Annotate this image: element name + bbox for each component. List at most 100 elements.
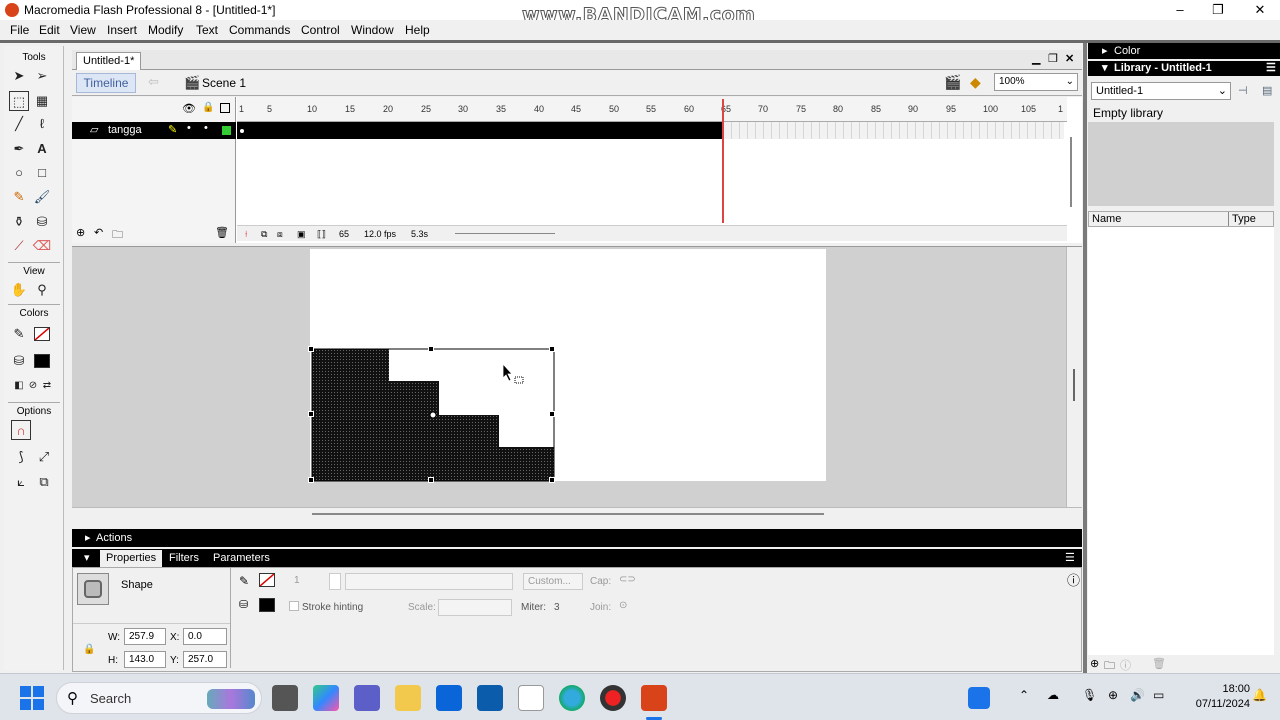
selection-handle[interactable] — [428, 477, 434, 483]
volume-icon[interactable]: 🔊 — [1130, 688, 1145, 702]
battery-icon[interactable]: ▭ — [1153, 688, 1164, 702]
language-icon[interactable]: ⊕ — [1108, 688, 1118, 702]
timeline-vscroll[interactable] — [1070, 137, 1072, 207]
subselect-tool-icon[interactable]: ➢ — [32, 66, 52, 86]
menu-commands[interactable]: Commands — [229, 23, 290, 37]
widget-icon[interactable] — [968, 687, 990, 709]
chevron-up-icon[interactable]: ⌃ — [1019, 688, 1029, 702]
outlook-icon[interactable] — [477, 685, 503, 711]
swap-colors-icon[interactable]: ⇄ — [37, 376, 57, 396]
keyframe-span[interactable] — [237, 122, 724, 139]
properties-icon[interactable]: ⓘ — [1120, 657, 1131, 673]
edit-symbols-icon[interactable]: ◆ — [970, 74, 981, 91]
edit-scene-icon[interactable]: 🎬 — [944, 74, 961, 91]
edit-multiple-icon[interactable]: ▣ — [297, 229, 306, 240]
new-library-panel-icon[interactable]: ▤ — [1262, 84, 1272, 97]
lock-dot[interactable]: • — [204, 122, 208, 134]
panel-menu-icon[interactable]: ☰ — [1065, 551, 1075, 564]
free-transform-tool-icon[interactable]: ⬚ — [9, 91, 29, 111]
doc-close-icon[interactable]: ✕ — [1065, 52, 1074, 65]
menu-help[interactable]: Help — [405, 23, 430, 37]
minimize-button[interactable]: – — [1160, 0, 1200, 20]
x-field[interactable]: 0.0 — [183, 628, 227, 645]
rectangle-tool-icon[interactable]: □ — [32, 163, 52, 183]
help-icon[interactable]: ⓘ — [1067, 570, 1080, 589]
selection-handle[interactable] — [549, 411, 555, 417]
doc-minimize-icon[interactable]: ▁ — [1032, 52, 1040, 65]
amazon-icon[interactable] — [518, 685, 544, 711]
cap-icon[interactable]: ⊂⊃ — [619, 574, 636, 585]
tab-parameters[interactable]: Parameters — [213, 552, 270, 564]
delete-layer-icon[interactable]: 🗑 — [215, 226, 229, 239]
fill-color-swatch[interactable] — [259, 598, 275, 612]
library-list[interactable] — [1088, 227, 1274, 655]
visibility-dot[interactable]: • — [187, 122, 191, 134]
width-field[interactable]: 257.9 — [124, 628, 166, 645]
y-field[interactable]: 257.0 — [183, 651, 227, 668]
add-motion-guide-icon[interactable]: ↶ — [94, 226, 103, 239]
menu-control[interactable]: Control — [301, 23, 340, 37]
onedrive-icon[interactable]: ☁ — [1047, 688, 1059, 702]
col-name[interactable]: Name — [1092, 213, 1121, 225]
straighten-icon[interactable]: ⤢ — [34, 447, 54, 467]
panel-divider[interactable] — [1083, 43, 1087, 673]
document-tab[interactable]: Untitled-1* — [76, 52, 142, 70]
brush-tool-icon[interactable]: 🖌 — [32, 187, 52, 207]
back-arrow-icon[interactable]: ⇦ — [148, 74, 159, 90]
eraser-tool-icon[interactable]: ⌫ — [32, 236, 52, 256]
dropbox-icon[interactable] — [436, 685, 462, 711]
column-divider[interactable] — [1228, 212, 1229, 226]
scale-icon[interactable]: ⧉ — [34, 472, 54, 492]
menu-text[interactable]: Text — [196, 23, 218, 37]
menu-insert[interactable]: Insert — [107, 23, 137, 37]
edge-icon[interactable] — [559, 685, 585, 711]
vscroll-thumb[interactable] — [1073, 369, 1075, 401]
center-frame-icon[interactable]: ⍿ — [245, 229, 247, 240]
layer-row[interactable]: ▱ tangga ✎ • • — [72, 122, 236, 139]
selection-handle[interactable] — [308, 411, 314, 417]
bandicam-icon[interactable] — [600, 685, 626, 711]
teams-icon[interactable] — [354, 685, 380, 711]
close-button[interactable]: ✕ — [1240, 0, 1280, 20]
selection-handle[interactable] — [549, 346, 555, 352]
eye-icon[interactable]: 👁 — [182, 102, 196, 115]
menu-edit[interactable]: Edit — [39, 23, 60, 37]
empty-frames[interactable] — [724, 122, 1064, 139]
panel-menu-icon[interactable]: ☰ — [1266, 61, 1276, 74]
timeline-hscroll[interactable] — [455, 233, 555, 234]
windows-start-icon[interactable] — [20, 686, 44, 710]
library-document-select[interactable]: Untitled-1 ⌄ — [1091, 82, 1231, 100]
stroke-color-swatch[interactable] — [34, 327, 50, 341]
selection-handle[interactable] — [308, 477, 314, 483]
selection-handle[interactable] — [308, 346, 314, 352]
task-view-icon[interactable] — [272, 685, 298, 711]
fill-color-swatch[interactable] — [34, 354, 50, 368]
playhead[interactable] — [722, 99, 724, 223]
flash-taskbar-icon[interactable] — [641, 685, 667, 711]
miter-value[interactable]: 3 — [554, 602, 560, 613]
stage-vscroll[interactable] — [1066, 247, 1082, 507]
insert-layer-icon[interactable]: ⊕ — [76, 226, 85, 239]
eyedropper-tool-icon[interactable]: ⟋ — [9, 236, 29, 256]
copilot-icon[interactable] — [313, 685, 339, 711]
pencil-tool-icon[interactable]: ✎ — [9, 187, 29, 207]
file-explorer-icon[interactable] — [395, 685, 421, 711]
color-panel-header[interactable]: ▸ Color — [1088, 43, 1280, 59]
lasso-tool-icon[interactable]: ℓ — [32, 114, 52, 134]
pen-tool-icon[interactable]: ✒ — [9, 139, 29, 159]
stroke-style-select[interactable] — [345, 573, 513, 590]
stroke-hinting-checkbox[interactable] — [289, 601, 299, 611]
new-symbol-icon[interactable]: ⊕ — [1090, 657, 1099, 670]
collapse-arrow-icon[interactable]: ▾ — [84, 551, 90, 564]
onion-skin-icon[interactable]: ⧉ — [261, 229, 267, 240]
lock-icon[interactable]: 🔒 — [202, 102, 214, 113]
frames-area[interactable]: 1 5 10 15 20 25 30 35 40 45 50 55 60 65 70 75 80 85 90 95 10… — [237, 97, 1067, 227]
stage-area[interactable] — [72, 246, 1082, 522]
zoom-tool-icon[interactable]: ⚲ — [32, 280, 52, 300]
selection-handle[interactable] — [549, 477, 555, 483]
menu-view[interactable]: View — [70, 23, 96, 37]
pin-library-icon[interactable]: ⊣ — [1238, 84, 1248, 97]
menu-window[interactable]: Window — [351, 23, 394, 37]
outline-color-box[interactable] — [222, 126, 231, 135]
layer-name[interactable]: tangga — [108, 124, 142, 136]
